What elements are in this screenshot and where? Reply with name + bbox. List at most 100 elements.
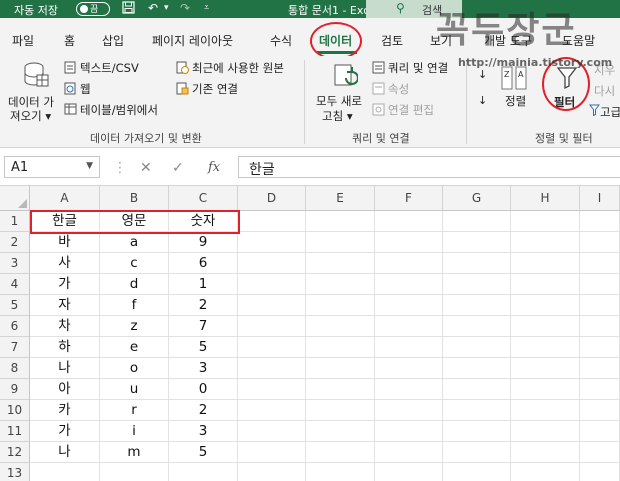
cell-f4[interactable] bbox=[375, 274, 443, 295]
cell-f3[interactable] bbox=[375, 253, 443, 274]
cell-c12[interactable]: 5 bbox=[169, 442, 238, 463]
cell-i9[interactable] bbox=[580, 379, 620, 400]
save-icon[interactable] bbox=[122, 1, 135, 17]
cell-d6[interactable] bbox=[238, 316, 306, 337]
cell-d3[interactable] bbox=[238, 253, 306, 274]
cell-h2[interactable] bbox=[511, 232, 580, 253]
undo-dropdown-icon[interactable]: ▾ bbox=[164, 1, 169, 15]
cell-i5[interactable] bbox=[580, 295, 620, 316]
cell-g7[interactable] bbox=[443, 337, 511, 358]
cell-e6[interactable] bbox=[306, 316, 375, 337]
cell-g9[interactable] bbox=[443, 379, 511, 400]
cell-h4[interactable] bbox=[511, 274, 580, 295]
cell-d8[interactable] bbox=[238, 358, 306, 379]
qat-customize-icon[interactable]: ⩡ bbox=[204, 1, 209, 15]
cell-e4[interactable] bbox=[306, 274, 375, 295]
cell-h8[interactable] bbox=[511, 358, 580, 379]
cell-d13[interactable] bbox=[238, 463, 306, 481]
sort-button[interactable]: 정렬 bbox=[505, 93, 526, 109]
row-header[interactable]: 13 bbox=[0, 463, 30, 481]
text-csv-button[interactable]: 텍스트/CSV bbox=[80, 60, 139, 76]
column-header-b[interactable]: B bbox=[100, 186, 169, 211]
cell-b13[interactable] bbox=[100, 463, 169, 481]
tab-page-layout[interactable]: 페이지 레이아웃 bbox=[152, 32, 233, 49]
cell-h7[interactable] bbox=[511, 337, 580, 358]
cell-h12[interactable] bbox=[511, 442, 580, 463]
cell-b5[interactable]: f bbox=[100, 295, 169, 316]
column-header-h[interactable]: H bbox=[511, 186, 580, 211]
refresh-all-label-1[interactable]: 모두 새로 bbox=[316, 93, 362, 109]
row-header[interactable]: 7 bbox=[0, 337, 30, 358]
cell-e3[interactable] bbox=[306, 253, 375, 274]
formula-input[interactable]: 한글 bbox=[238, 156, 620, 178]
cell-c13[interactable] bbox=[169, 463, 238, 481]
cell-f9[interactable] bbox=[375, 379, 443, 400]
cell-h13[interactable] bbox=[511, 463, 580, 481]
column-header-d[interactable]: D bbox=[238, 186, 306, 211]
recent-sources-button[interactable]: 최근에 사용한 원본 bbox=[192, 60, 284, 76]
cell-h6[interactable] bbox=[511, 316, 580, 337]
cell-d9[interactable] bbox=[238, 379, 306, 400]
cell-h5[interactable] bbox=[511, 295, 580, 316]
cell-d10[interactable] bbox=[238, 400, 306, 421]
row-header[interactable]: 2 bbox=[0, 232, 30, 253]
cell-i4[interactable] bbox=[580, 274, 620, 295]
cell-a12[interactable]: 나 bbox=[30, 442, 100, 463]
cell-g1[interactable] bbox=[443, 211, 511, 232]
row-header[interactable]: 10 bbox=[0, 400, 30, 421]
cell-e2[interactable] bbox=[306, 232, 375, 253]
cell-a2[interactable]: 바 bbox=[30, 232, 100, 253]
column-header-e[interactable]: E bbox=[306, 186, 375, 211]
autosave-toggle[interactable]: 끔 bbox=[76, 2, 110, 16]
cell-a3[interactable]: 사 bbox=[30, 253, 100, 274]
tab-review[interactable]: 검토 bbox=[381, 32, 403, 49]
column-header-g[interactable]: G bbox=[443, 186, 511, 211]
cell-c5[interactable]: 2 bbox=[169, 295, 238, 316]
row-header[interactable]: 9 bbox=[0, 379, 30, 400]
cell-i3[interactable] bbox=[580, 253, 620, 274]
cell-h1[interactable] bbox=[511, 211, 580, 232]
cell-i11[interactable] bbox=[580, 421, 620, 442]
column-header-f[interactable]: F bbox=[375, 186, 443, 211]
cell-f8[interactable] bbox=[375, 358, 443, 379]
row-header[interactable]: 8 bbox=[0, 358, 30, 379]
cell-i7[interactable] bbox=[580, 337, 620, 358]
cell-g4[interactable] bbox=[443, 274, 511, 295]
cell-d1[interactable] bbox=[238, 211, 306, 232]
get-data-label-2[interactable]: 져오기 ▾ bbox=[10, 108, 51, 124]
column-header-a[interactable]: A bbox=[30, 186, 100, 211]
tab-file[interactable]: 파일 bbox=[12, 32, 34, 49]
cell-c8[interactable]: 3 bbox=[169, 358, 238, 379]
cell-a7[interactable]: 하 bbox=[30, 337, 100, 358]
cell-f6[interactable] bbox=[375, 316, 443, 337]
cell-e8[interactable] bbox=[306, 358, 375, 379]
cell-e11[interactable] bbox=[306, 421, 375, 442]
edit-links-button[interactable]: 연결 편집 bbox=[388, 102, 434, 118]
sort-za-icon[interactable]: ↓ bbox=[478, 94, 487, 107]
cell-g5[interactable] bbox=[443, 295, 511, 316]
cell-e10[interactable] bbox=[306, 400, 375, 421]
cell-b7[interactable]: e bbox=[100, 337, 169, 358]
cell-i8[interactable] bbox=[580, 358, 620, 379]
cell-e13[interactable] bbox=[306, 463, 375, 481]
redo-icon[interactable]: ↷ bbox=[180, 1, 190, 15]
cell-b4[interactable]: d bbox=[100, 274, 169, 295]
cell-g11[interactable] bbox=[443, 421, 511, 442]
sort-az-icon[interactable]: ↓ bbox=[478, 68, 487, 81]
cell-e9[interactable] bbox=[306, 379, 375, 400]
column-header-c[interactable]: C bbox=[169, 186, 238, 211]
cell-a11[interactable]: 가 bbox=[30, 421, 100, 442]
cell-c10[interactable]: 2 bbox=[169, 400, 238, 421]
cell-e5[interactable] bbox=[306, 295, 375, 316]
cancel-icon[interactable]: ✕ bbox=[140, 160, 152, 176]
cell-f2[interactable] bbox=[375, 232, 443, 253]
tab-home[interactable]: 홈 bbox=[64, 32, 75, 49]
cell-a9[interactable]: 아 bbox=[30, 379, 100, 400]
cell-i2[interactable] bbox=[580, 232, 620, 253]
cell-a6[interactable]: 차 bbox=[30, 316, 100, 337]
existing-connections-button[interactable]: 기존 연결 bbox=[192, 81, 238, 97]
cell-f10[interactable] bbox=[375, 400, 443, 421]
cell-b2[interactable]: a bbox=[100, 232, 169, 253]
cell-g12[interactable] bbox=[443, 442, 511, 463]
cell-d12[interactable] bbox=[238, 442, 306, 463]
